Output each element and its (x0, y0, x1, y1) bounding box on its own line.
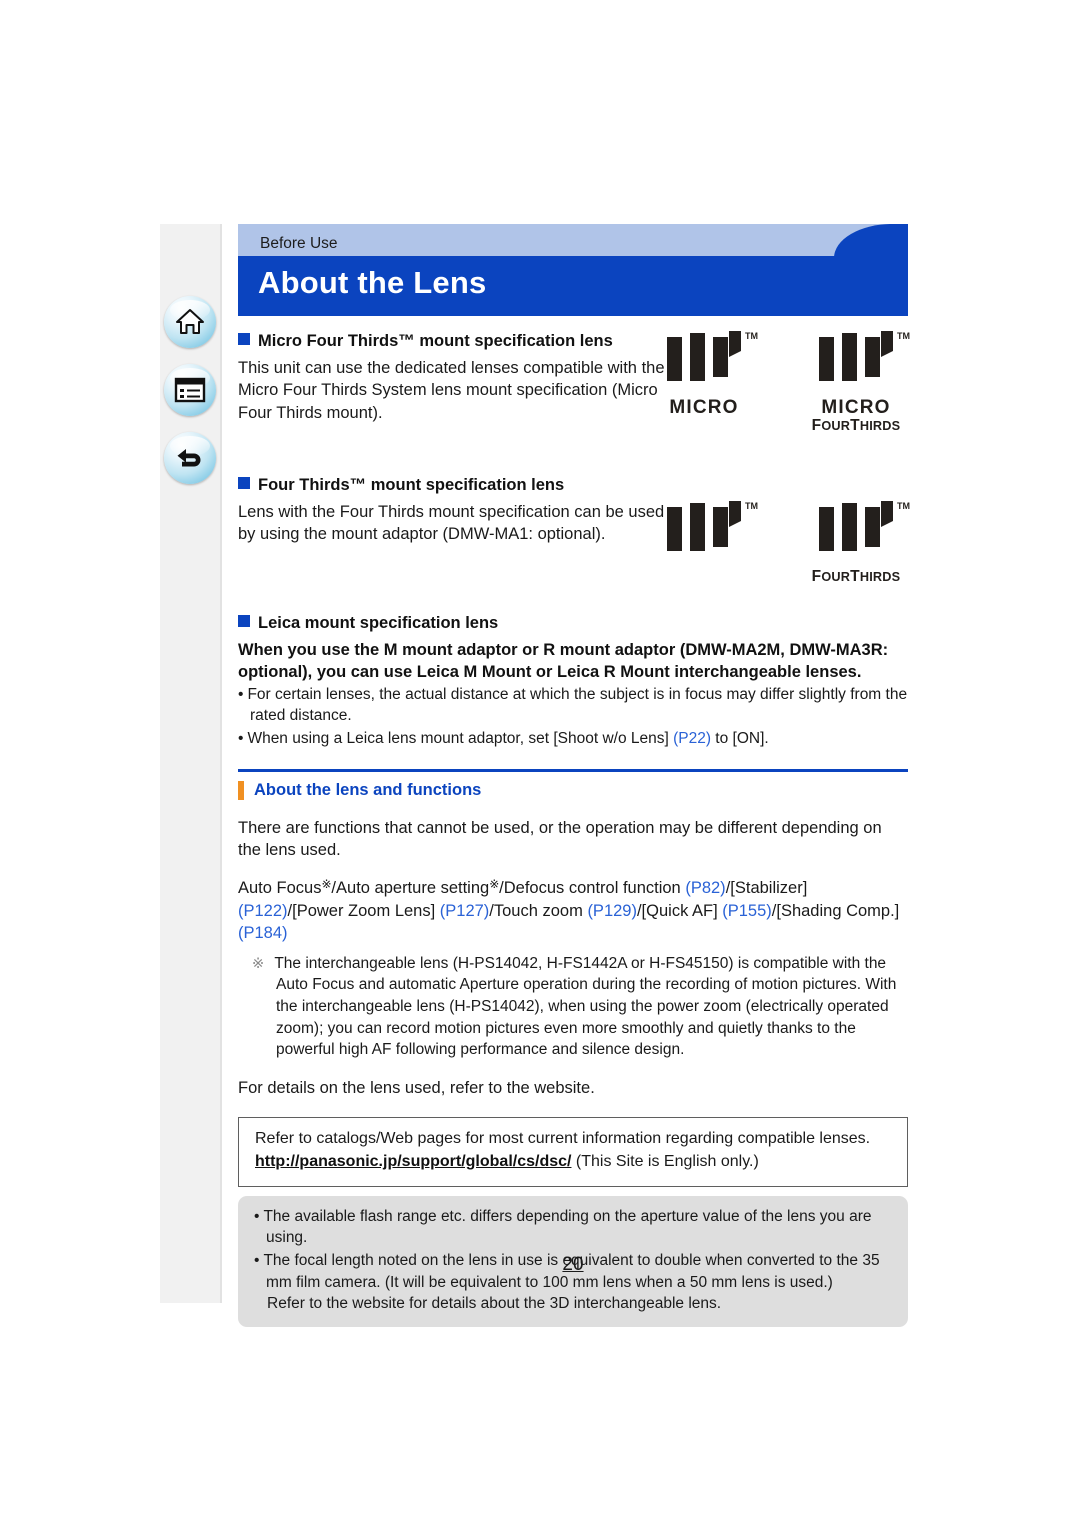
four-thirds-glyph-icon (819, 331, 893, 381)
back-arrow-icon (177, 449, 201, 467)
url-box-suffix: (This Site is English only.) (571, 1152, 759, 1170)
functions-heading-row: About the lens and functions (238, 780, 908, 800)
functions-footnote-text: The interchangeable lens (H-PS14042, H-F… (274, 954, 897, 1059)
logo-micro-four-thirds-2: TM MICRO FOURTHIRDS (804, 331, 910, 434)
trademark-symbol: TM (745, 331, 758, 341)
website-info-box: Refer to catalogs/Web pages for most cur… (238, 1117, 908, 1187)
home-icon (176, 309, 204, 334)
feature-seg-1: Auto Focus (238, 878, 322, 897)
functions-paragraph-3: For details on the lens used, refer to t… (238, 1078, 595, 1097)
feature-seg-3: /Defocus control function (499, 878, 686, 897)
functions-heading: About the lens and functions (254, 780, 482, 799)
logo-micro-four-thirds-1: TM MICRO (652, 331, 758, 418)
mft-text-column: Micro Four Thirds™ mount specification l… (238, 331, 668, 425)
trademark-symbol: TM (897, 331, 910, 341)
four-thirds-mark: TM (663, 331, 758, 396)
section-leica: Leica mount specification lens When you … (238, 613, 908, 749)
section-micro-four-thirds: Micro Four Thirds™ mount specification l… (238, 331, 910, 467)
ft-heading-text: Four Thirds™ mount specification lens (258, 476, 565, 494)
four-thirds-glyph-icon (667, 331, 741, 381)
url-box-line-2: http://panasonic.jp/support/global/cs/ds… (255, 1151, 893, 1174)
page-reference-p82[interactable]: (P82) (685, 879, 725, 897)
feature-seg-7: /[Quick AF] (636, 901, 723, 920)
feature-seg-2: /Auto aperture setting (331, 878, 490, 897)
logo-wordmark: MICRO (669, 397, 739, 418)
four-thirds-mark: TM (663, 501, 758, 566)
note-continuation: Refer to the website for details about t… (267, 1295, 722, 1313)
ft-body: Lens with the Four Thirds mount specific… (238, 502, 665, 544)
four-thirds-glyph-icon (667, 501, 741, 551)
four-thirds-mark: TM (815, 331, 910, 396)
ft-heading: Four Thirds™ mount specification lens (238, 475, 668, 497)
feature-seg-6: /Touch zoom (489, 901, 588, 920)
mft-heading: Micro Four Thirds™ mount specification l… (238, 331, 668, 353)
home-button[interactable] (164, 296, 216, 348)
footnote-star-icon-1: ※ (321, 876, 332, 891)
four-thirds-mark: TM (815, 501, 910, 566)
page-reference-p127[interactable]: (P127) (440, 902, 490, 920)
leica-bullet-2-suffix: to [ON]. (711, 729, 769, 747)
feature-seg-8: /[Shading Comp.] (771, 901, 900, 920)
mft-heading-text: Micro Four Thirds™ mount specification l… (258, 332, 613, 350)
section-divider-rule (238, 769, 908, 772)
support-website-link[interactable]: http://panasonic.jp/support/global/cs/ds… (255, 1153, 571, 1170)
page-content: Before Use About the Lens Micro Four Thi… (238, 224, 910, 1327)
leica-bullet-list: For certain lenses, the actual distance … (238, 685, 908, 749)
leica-bold-text: When you use the M mount adaptor or R mo… (238, 640, 889, 681)
functions-paragraph-1: There are functions that cannot be used,… (238, 818, 882, 860)
logo-four-thirds-2: TM FOURTHIRDS (804, 501, 910, 585)
trademark-symbol: TM (745, 501, 758, 511)
footnote-star-icon-2: ※ (489, 876, 500, 891)
contents-button[interactable] (164, 364, 216, 416)
leica-bullet-1: For certain lenses, the actual distance … (238, 685, 908, 727)
logo-wordmark: MICRO (821, 397, 891, 418)
mft-body: This unit can use the dedicated lenses c… (238, 358, 665, 422)
page-title: About the Lens (258, 265, 487, 300)
logo-four-thirds-1: TM (652, 501, 758, 566)
breadcrumb: Before Use (260, 235, 338, 252)
page-number: 20 (238, 1254, 908, 1276)
feature-seg-4: /[Stabilizer] (725, 878, 808, 897)
page-number-value: 20 (562, 1254, 584, 1275)
leica-heading: Leica mount specification lens (238, 613, 908, 635)
functions-footnote: ※ The interchangeable lens (H-PS14042, H-… (238, 953, 908, 1061)
logo-wordmark-secondary: FOURTHIRDS (811, 416, 901, 434)
contents-icon (174, 377, 206, 403)
blue-square-bullet-icon (238, 477, 250, 489)
page-reference-p184[interactable]: (P184) (238, 924, 288, 942)
leica-heading-text: Leica mount specification lens (258, 614, 499, 632)
mft-logo-group: TM MICRO TM MICRO FOURTHIRDS (652, 331, 910, 434)
section-four-thirds: Four Thirds™ mount specification lens Le… (238, 475, 910, 607)
orange-accent-bar (238, 780, 244, 800)
back-button[interactable] (164, 432, 216, 484)
four-thirds-glyph-icon (819, 501, 893, 551)
functions-feature-list: Auto Focus※/Auto aperture setting※/Defoc… (238, 876, 908, 945)
page-header: Before Use About the Lens (238, 224, 908, 316)
blue-square-bullet-icon (238, 615, 250, 627)
leica-bullet-2-prefix: When using a Leica lens mount adaptor, s… (247, 729, 674, 747)
blue-square-bullet-icon (238, 333, 250, 345)
logo-wordmark-secondary: FOURTHIRDS (811, 568, 901, 585)
page-reference-p22[interactable]: (P22) (673, 730, 711, 747)
page-reference-p122[interactable]: (P122) (238, 902, 288, 920)
section-lens-functions: About the lens and functions There are f… (238, 769, 908, 1099)
leica-bullet-2: When using a Leica lens mount adaptor, s… (238, 729, 908, 750)
feature-seg-5: /[Power Zoom Lens] (287, 901, 440, 920)
left-nav-rail (160, 224, 222, 1303)
note-bullet-1: The available flash range etc. differs d… (254, 1206, 894, 1249)
page-reference-p129[interactable]: (P129) (587, 902, 637, 920)
url-box-line-1: Refer to catalogs/Web pages for most cur… (255, 1130, 871, 1148)
trademark-symbol: TM (897, 501, 910, 511)
ft-text-column: Four Thirds™ mount specification lens Le… (238, 475, 668, 546)
page-reference-p155[interactable]: (P155) (722, 902, 772, 920)
footnote-star-icon: ※ (252, 955, 265, 972)
ft-logo-group: TM TM FOURTHIRDS (652, 501, 910, 585)
